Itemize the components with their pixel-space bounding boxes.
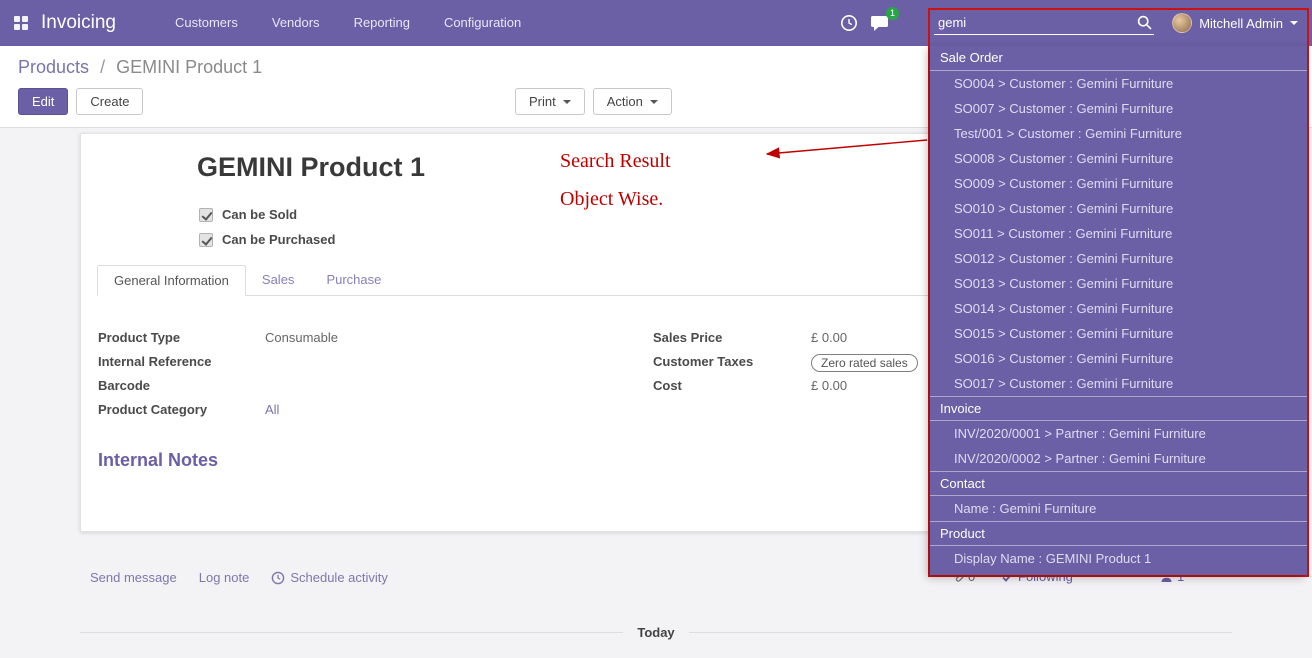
edit-button[interactable]: Edit [18,88,68,115]
field-label: Product Type [98,330,265,345]
dropdown-item[interactable]: Display Name : GEMINI Product 1 [930,546,1307,571]
product-title: GEMINI Product 1 [197,152,425,183]
dropdown-item[interactable]: INV/2020/0001 > Partner : Gemini Furnitu… [930,421,1307,446]
invoicing-app-screen: Invoicing CustomersVendorsReportingConfi… [0,0,1312,658]
checkbox-can-be-sold[interactable] [199,208,213,222]
breadcrumb: Products / GEMINI Product 1 [18,57,262,78]
checkbox-can-be-purchased[interactable] [199,233,213,247]
checkbox-row-can-be-purchased: Can be Purchased [199,227,335,252]
field-row-product-type: Product TypeConsumable [98,330,568,349]
tab-general-information[interactable]: General Information [97,265,246,296]
form-buttons: Edit Create [18,88,143,115]
nav-menu-vendors[interactable]: Vendors [255,0,337,46]
field-label: Internal Reference [98,354,265,369]
nav-menus: CustomersVendorsReportingConfiguration [158,0,538,46]
dropdown-item[interactable]: SO011 > Customer : Gemini Furniture [930,221,1307,246]
log-note-link[interactable]: Log note [199,570,250,585]
dropdown-item[interactable]: SO013 > Customer : Gemini Furniture [930,271,1307,296]
nav-icons: 1 [840,0,889,46]
caret-down-icon [563,100,571,104]
nav-menu-configuration[interactable]: Configuration [427,0,538,46]
field-label: Barcode [98,378,265,393]
checkbox-label: Can be Purchased [222,232,335,247]
dropdown-item[interactable]: SO015 > Customer : Gemini Furniture [930,321,1307,346]
search-icon[interactable] [1137,15,1152,30]
checkbox-row-can-be-sold: Can be Sold [199,202,335,227]
field-row-internal-reference: Internal Reference [98,354,568,373]
dropdown-item[interactable]: Test/001 > Customer : Gemini Furniture [930,121,1307,146]
annotation-text: Search Result Object Wise. [560,142,671,218]
activities-clock-icon[interactable] [840,14,858,32]
print-button[interactable]: Print [515,88,585,115]
print-label: Print [529,94,556,109]
dropdown-item[interactable]: SO010 > Customer : Gemini Furniture [930,196,1307,221]
message-count-badge: 1 [886,7,899,20]
field-label: Cost [653,378,811,393]
field-value: £ 0.00 [811,378,847,393]
search-overlay: Sale OrderSO004 > Customer : Gemini Furn… [928,8,1309,577]
dropdown-item[interactable]: SO007 > Customer : Gemini Furniture [930,96,1307,121]
checkbox-label: Can be Sold [222,207,297,222]
internal-notes-heading: Internal Notes [98,450,218,471]
chatter-actions: Send message Log note Schedule activity [90,570,388,585]
clock-icon [271,571,285,585]
annotation-line-2: Object Wise. [560,180,671,218]
app-name[interactable]: Invoicing [41,12,116,34]
search-area [930,10,1307,46]
field-value: £ 0.00 [811,330,847,345]
field-label: Sales Price [653,330,811,345]
action-button[interactable]: Action [593,88,672,115]
dropdown-item[interactable]: SO004 > Customer : Gemini Furniture [930,71,1307,96]
breadcrumb-current: GEMINI Product 1 [116,57,262,77]
dropdown-item[interactable]: SO012 > Customer : Gemini Furniture [930,246,1307,271]
nav-menu-reporting[interactable]: Reporting [337,0,427,46]
field-row-barcode: Barcode [98,378,568,397]
search-results-dropdown: Sale OrderSO004 > Customer : Gemini Furn… [930,46,1307,575]
tab-purchase[interactable]: Purchase [310,265,397,295]
dropdown-item[interactable]: SO008 > Customer : Gemini Furniture [930,146,1307,171]
dropdown-item[interactable]: SO016 > Customer : Gemini Furniture [930,346,1307,371]
dropdown-item[interactable]: INV/2020/0002 > Partner : Gemini Furnitu… [930,446,1307,471]
dropdown-item[interactable]: Name : Gemini Furniture [930,496,1307,521]
dropdown-item[interactable]: SO017 > Customer : Gemini Furniture [930,371,1307,396]
annotation-arrow [755,132,935,166]
schedule-activity-label: Schedule activity [290,570,388,585]
field-value[interactable]: All [265,402,279,417]
field-row-product-category: Product CategoryAll [98,402,568,421]
send-message-link[interactable]: Send message [90,570,177,585]
dropdown-section-invoice: Invoice [930,396,1307,421]
breadcrumb-separator: / [100,57,105,77]
field-value: Zero rated sales [811,354,918,372]
schedule-activity-link[interactable]: Schedule activity [271,570,388,585]
tax-tag[interactable]: Zero rated sales [811,354,918,372]
messages-icon[interactable]: 1 [870,15,889,32]
statusbar-buttons: Print Action [515,88,672,115]
apps-menu-icon[interactable] [14,16,28,30]
action-label: Action [607,94,643,109]
tab-sales[interactable]: Sales [246,265,311,295]
today-label: Today [637,625,674,640]
caret-down-icon [650,100,658,104]
annotation-line-1: Search Result [560,142,671,180]
create-button[interactable]: Create [76,88,143,115]
fields-left-column: Product TypeConsumableInternal Reference… [98,330,568,426]
field-label: Product Category [98,402,265,417]
search-input[interactable] [934,13,1137,32]
search-box [934,13,1154,35]
nav-menu-customers[interactable]: Customers [158,0,255,46]
today-divider: Today [80,625,1232,640]
dropdown-item[interactable]: SO014 > Customer : Gemini Furniture [930,296,1307,321]
field-value: Consumable [265,330,338,345]
dropdown-item[interactable]: SO009 > Customer : Gemini Furniture [930,171,1307,196]
breadcrumb-products[interactable]: Products [18,57,89,77]
product-flags: Can be Sold Can be Purchased [199,202,335,252]
dropdown-section-contact: Contact [930,471,1307,496]
dropdown-section-sale-order: Sale Order [930,46,1307,71]
dropdown-section-product: Product [930,521,1307,546]
field-label: Customer Taxes [653,354,811,369]
